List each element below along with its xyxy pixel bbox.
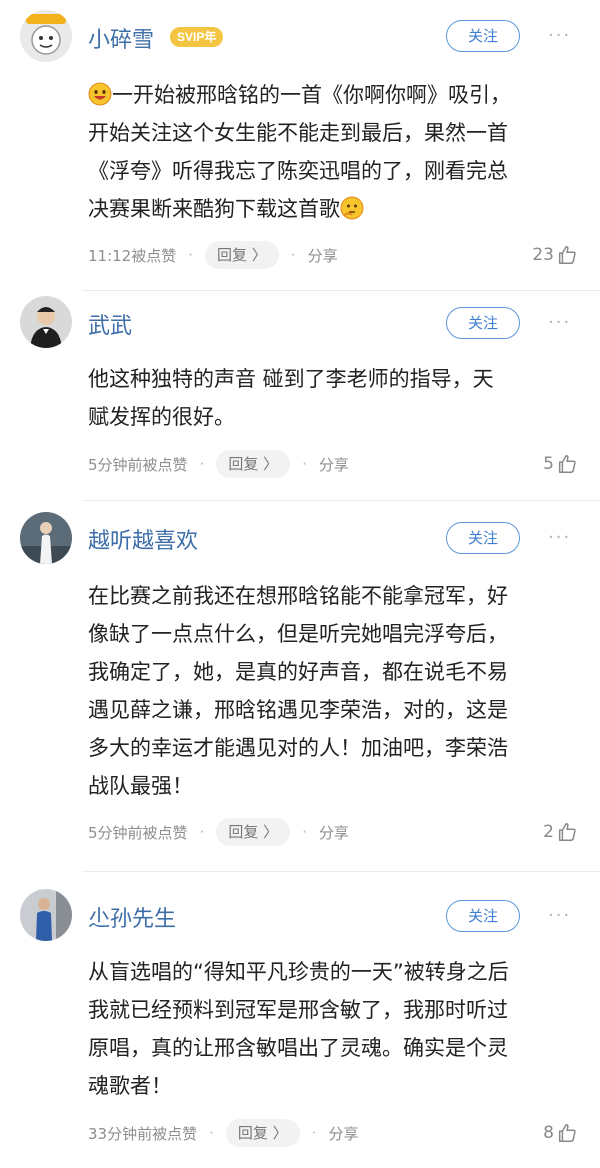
comment-item: 小碎雪 SVIP年 关注 ··· 一开始被邢晗铭的一首《你啊你啊》吸引， 开始关…	[0, 0, 600, 290]
avatar[interactable]	[20, 296, 72, 348]
like-button[interactable]: 5	[543, 449, 578, 479]
like-count: 8	[543, 1123, 554, 1143]
thumbs-up-icon	[558, 455, 576, 473]
comment-line: 我就已经预料到冠军是邢含敏了，我那时听过	[88, 998, 508, 1022]
reply-button[interactable]: 回复 〉	[205, 241, 279, 269]
comment-line: 赋发挥的很好。	[88, 405, 235, 429]
share-button[interactable]: 分享	[308, 245, 338, 266]
comment-text: 他这种独特的声音 碰到了李老师的指导，天 赋发挥的很好。	[88, 360, 580, 436]
separator-dot: ·	[199, 455, 205, 473]
avatar[interactable]	[20, 512, 72, 564]
timestamp: 5分钟前被点赞	[88, 455, 188, 474]
follow-button[interactable]: 关注	[446, 522, 520, 554]
separator-dot: ·	[290, 246, 296, 264]
avatar[interactable]	[20, 10, 72, 62]
share-button[interactable]: 分享	[319, 822, 349, 843]
username[interactable]: 尐孙先生	[88, 901, 176, 933]
avatar-image	[20, 296, 72, 348]
comment-footer: 5分钟前被点赞 · 回复 〉 · 分享	[88, 449, 349, 479]
avatar-image	[20, 512, 72, 564]
timestamp: 5分钟前被点赞	[88, 823, 188, 842]
like-count: 23	[532, 245, 554, 265]
more-icon[interactable]: ···	[548, 528, 580, 548]
svip-badge: SVIP年	[170, 27, 224, 47]
separator-dot: ·	[302, 823, 307, 841]
timestamp: 33分钟前被点赞	[88, 1124, 198, 1143]
share-button[interactable]: 分享	[328, 1123, 358, 1144]
follow-button[interactable]: 关注	[446, 900, 520, 932]
more-icon[interactable]: ···	[548, 313, 580, 333]
username[interactable]: 越听越喜欢	[88, 523, 198, 555]
comment-line: 一开始被邢晗铭的一首《你啊你啊》吸引，	[112, 83, 511, 107]
comment-line: 我确定了，她，是真的好声音，都在说毛不易	[88, 660, 508, 684]
comment-line: 开始关注这个女生能不能走到最后，果然一首	[88, 121, 508, 145]
comment-text: 从盲选唱的“得知平凡珍贵的一天”被转身之后 我就已经预料到冠军是邢含敏了，我那时…	[88, 953, 580, 1105]
comment-item: 武武 关注 ··· 他这种独特的声音 碰到了李老师的指导，天 赋发挥的很好。 5…	[0, 291, 600, 500]
avatar-image	[20, 10, 72, 62]
thumbs-up-icon	[558, 823, 576, 841]
follow-button[interactable]: 关注	[446, 20, 520, 52]
comment-text: 在比赛之前我还在想邢晗铭能不能拿冠军，好 像缺了一点点什么，但是听完她唱完浮夸后…	[88, 577, 580, 805]
comment-footer: 5分钟前被点赞 · 回复 〉 · 分享	[88, 817, 349, 847]
comment-line: 魂歌者！	[88, 1074, 172, 1098]
like-button[interactable]: 8	[543, 1118, 578, 1148]
like-button[interactable]: 2	[543, 817, 578, 847]
thumbs-up-icon	[558, 246, 576, 264]
more-icon[interactable]: ···	[548, 26, 580, 46]
comment-text: 一开始被邢晗铭的一首《你啊你啊》吸引， 开始关注这个女生能不能走到最后，果然一首…	[88, 76, 580, 228]
smile-emoji-icon	[88, 80, 112, 106]
username[interactable]: 小碎雪	[88, 22, 154, 54]
share-button[interactable]: 分享	[319, 454, 349, 475]
separator-dot: ·	[199, 823, 205, 841]
comment-item: 越听越喜欢 关注 ··· 在比赛之前我还在想邢晗铭能不能拿冠军，好 像缺了一点点…	[0, 501, 600, 871]
comment-line: 从盲选唱的“得知平凡珍贵的一天”被转身之后	[88, 960, 509, 984]
separator-dot: ·	[209, 1124, 214, 1142]
thinking-emoji-icon	[340, 194, 364, 220]
reply-button[interactable]: 回复 〉	[216, 450, 291, 478]
username[interactable]: 武武	[88, 308, 132, 340]
avatar-image	[20, 889, 72, 941]
follow-button[interactable]: 关注	[446, 307, 520, 339]
comment-line: 像缺了一点点什么，但是听完她唱完浮夸后，	[88, 622, 508, 646]
more-icon[interactable]: ···	[548, 906, 580, 926]
comment-line: 在比赛之前我还在想邢晗铭能不能拿冠军，好	[88, 584, 508, 608]
comment-line: 决赛果断来酷狗下载这首歌	[88, 197, 340, 221]
reply-button[interactable]: 回复 〉	[225, 1119, 300, 1147]
comment-line: 遇见薛之谦，邢晗铭遇见李荣浩，对的，这是	[88, 698, 508, 722]
comment-footer: 11:12被点赞 · 回复 〉 · 分享	[88, 240, 338, 270]
comment-line: 《浮夸》听得我忘了陈奕迅唱的了，刚看完总	[88, 159, 508, 183]
comment-line: 他这种独特的声音 碰到了李老师的指导，天	[88, 367, 494, 391]
avatar[interactable]	[20, 889, 72, 941]
comment-footer: 33分钟前被点赞 · 回复 〉 · 分享	[88, 1118, 358, 1148]
like-count: 2	[543, 822, 554, 842]
comment-line: 原唱，真的让邢含敏唱出了灵魂。确实是个灵	[88, 1036, 508, 1060]
like-count: 5	[543, 454, 554, 474]
comment-line: 战队最强！	[88, 774, 193, 798]
like-button[interactable]: 23	[532, 240, 578, 270]
reply-button[interactable]: 回复 〉	[216, 818, 291, 846]
thumbs-up-icon	[558, 1124, 576, 1142]
separator-dot: ·	[311, 1124, 317, 1142]
comment-item: 尐孙先生 关注 ··· 从盲选唱的“得知平凡珍贵的一天”被转身之后 我就已经预料…	[0, 872, 600, 1168]
timestamp: 11:12被点赞	[88, 246, 177, 265]
separator-dot: ·	[188, 246, 194, 264]
separator-dot: ·	[302, 455, 307, 473]
comment-line: 多大的幸运才能遇见对的人！加油吧，李荣浩	[88, 736, 508, 760]
